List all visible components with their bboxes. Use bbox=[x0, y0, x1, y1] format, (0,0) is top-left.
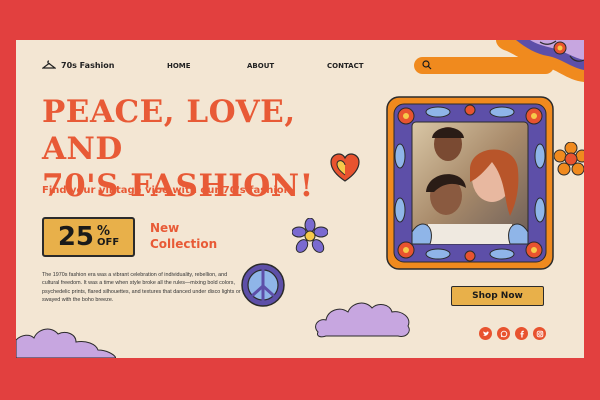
instagram-icon[interactable] bbox=[533, 327, 546, 340]
new-collection-line-1: New bbox=[150, 221, 180, 235]
discount-suffix: % OFF bbox=[97, 224, 120, 248]
search-bar[interactable] bbox=[414, 57, 554, 74]
whatsapp-icon[interactable] bbox=[497, 327, 510, 340]
shop-now-button[interactable]: Shop Now bbox=[451, 286, 544, 306]
orange-flower-decoration bbox=[554, 142, 584, 176]
nav-contact-link[interactable]: CONTACT bbox=[327, 62, 364, 70]
landing-page-card: 70s Fashion HOME ABOUT CONTACT PEACE, LO… bbox=[16, 40, 584, 358]
hanger-icon bbox=[42, 60, 56, 69]
discount-badge: 25 % OFF bbox=[42, 217, 135, 257]
purple-flower-decoration bbox=[292, 218, 328, 253]
hero-description: The 1970s fashion era was a vibrant cele… bbox=[42, 272, 241, 304]
social-links bbox=[479, 327, 546, 340]
brand-logo[interactable]: 70s Fashion bbox=[42, 60, 114, 70]
brand-name: 70s Fashion bbox=[61, 60, 115, 70]
cloud-decoration bbox=[16, 328, 116, 358]
nav-about-link[interactable]: ABOUT bbox=[247, 62, 274, 70]
nav-home-link[interactable]: HOME bbox=[167, 62, 191, 70]
headline-line-1: PEACE, LOVE, AND bbox=[42, 94, 296, 167]
peace-sign-decoration bbox=[241, 263, 285, 307]
discount-number: 25 bbox=[57, 222, 94, 252]
new-collection-label: New Collection bbox=[150, 220, 240, 252]
hero-subtitle: Find your vintage vibe with our 70's fas… bbox=[42, 185, 291, 196]
search-icon[interactable] bbox=[422, 60, 432, 70]
facebook-icon[interactable] bbox=[515, 327, 528, 340]
discount-percent: % bbox=[97, 224, 111, 239]
psychedelic-photo-frame bbox=[386, 96, 554, 270]
cloud-decoration bbox=[315, 302, 410, 338]
discount-off: OFF bbox=[97, 237, 120, 248]
new-collection-line-2: Collection bbox=[150, 237, 218, 251]
search-input[interactable] bbox=[438, 59, 543, 72]
twitter-icon[interactable] bbox=[479, 327, 492, 340]
